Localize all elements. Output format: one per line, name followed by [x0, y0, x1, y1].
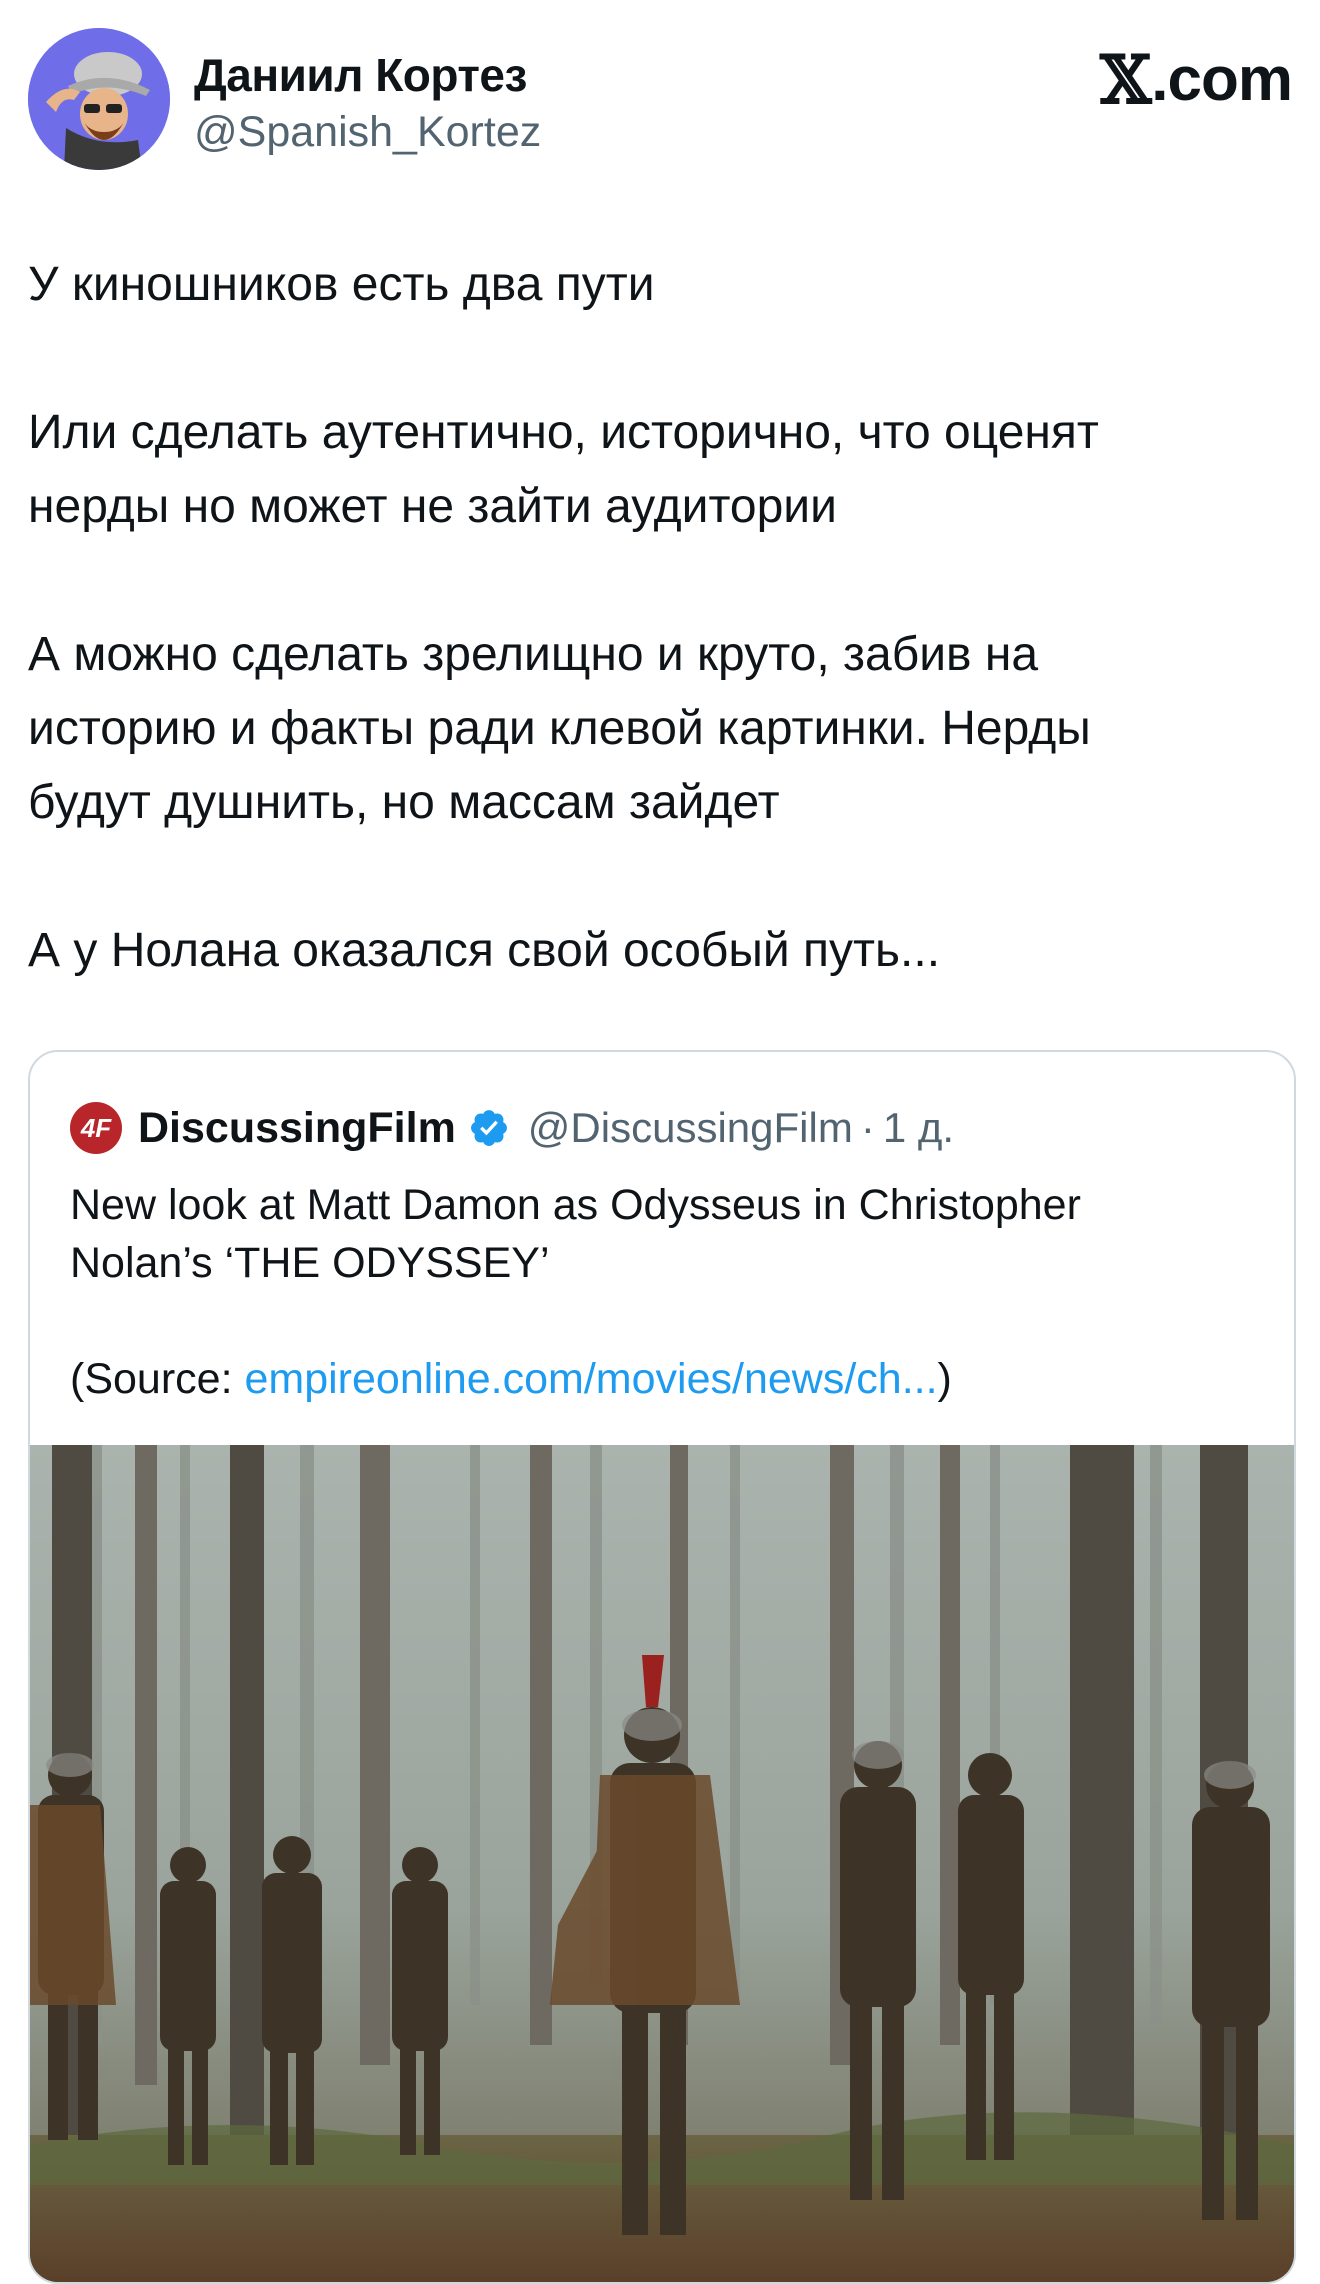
tweet-line: Или сделать аутентично, исторично, что о…: [28, 406, 1099, 459]
x-logo-icon: 𝕏: [1100, 41, 1152, 119]
source-suffix: ): [937, 1355, 952, 1403]
quoted-author-name[interactable]: DiscussingFilm: [138, 1104, 456, 1153]
source-link[interactable]: empireonline.com/movies/news/ch...: [244, 1355, 937, 1403]
tweet-line: нерды но может не зайти аудитории: [28, 480, 837, 533]
tweet-line: историю и факты ради клевой картинки. Не…: [28, 702, 1091, 755]
tweet-line: У киношников есть два пути: [28, 258, 655, 311]
tweet-line: А можно сделать зрелищно и круто, забив …: [28, 628, 1039, 681]
tweet-text: У киношников есть два пути Или сделать а…: [28, 248, 1292, 988]
verified-badge-icon: [470, 1110, 507, 1146]
quoted-avatar[interactable]: 4F: [70, 1102, 122, 1154]
author-handle[interactable]: @Spanish_Kortez: [194, 108, 541, 157]
quoted-media-image[interactable]: [30, 1445, 1294, 2282]
quoted-tweet-header: 4F DiscussingFilm @DiscussingFilm · 1 д.: [70, 1098, 954, 1158]
separator-dot: ·: [860, 1104, 875, 1151]
brand-logo: 𝕏 .com: [1100, 41, 1293, 119]
author-name[interactable]: Даниил Кортез: [194, 48, 527, 102]
quoted-author-handle[interactable]: @DiscussingFilm: [528, 1104, 853, 1152]
quoted-line: New look at Matt Damon as Odysseus in Ch…: [70, 1181, 1081, 1229]
quoted-line: Nolan’s ‘THE ODYSSEY’: [70, 1239, 550, 1287]
quoted-tweet[interactable]: 4F DiscussingFilm @DiscussingFilm · 1 д.…: [28, 1050, 1296, 2284]
quoted-tweet-text: New look at Matt Damon as Odysseus in Ch…: [70, 1176, 1260, 1408]
author-avatar[interactable]: [28, 28, 170, 170]
quoted-source: (Source: empireonline.com/movies/news/ch…: [70, 1350, 1260, 1408]
quoted-timestamp[interactable]: 1 д.: [883, 1104, 954, 1152]
brand-domain: .com: [1151, 45, 1293, 114]
tweet-line: А у Нолана оказался свой особый путь...: [28, 924, 941, 977]
tweet-header: Даниил Кортез @Spanish_Kortez 𝕏 .com: [28, 28, 1293, 178]
tweet-line: будут душнить, но массам зайдет: [28, 776, 780, 829]
source-prefix: (Source:: [70, 1355, 245, 1403]
